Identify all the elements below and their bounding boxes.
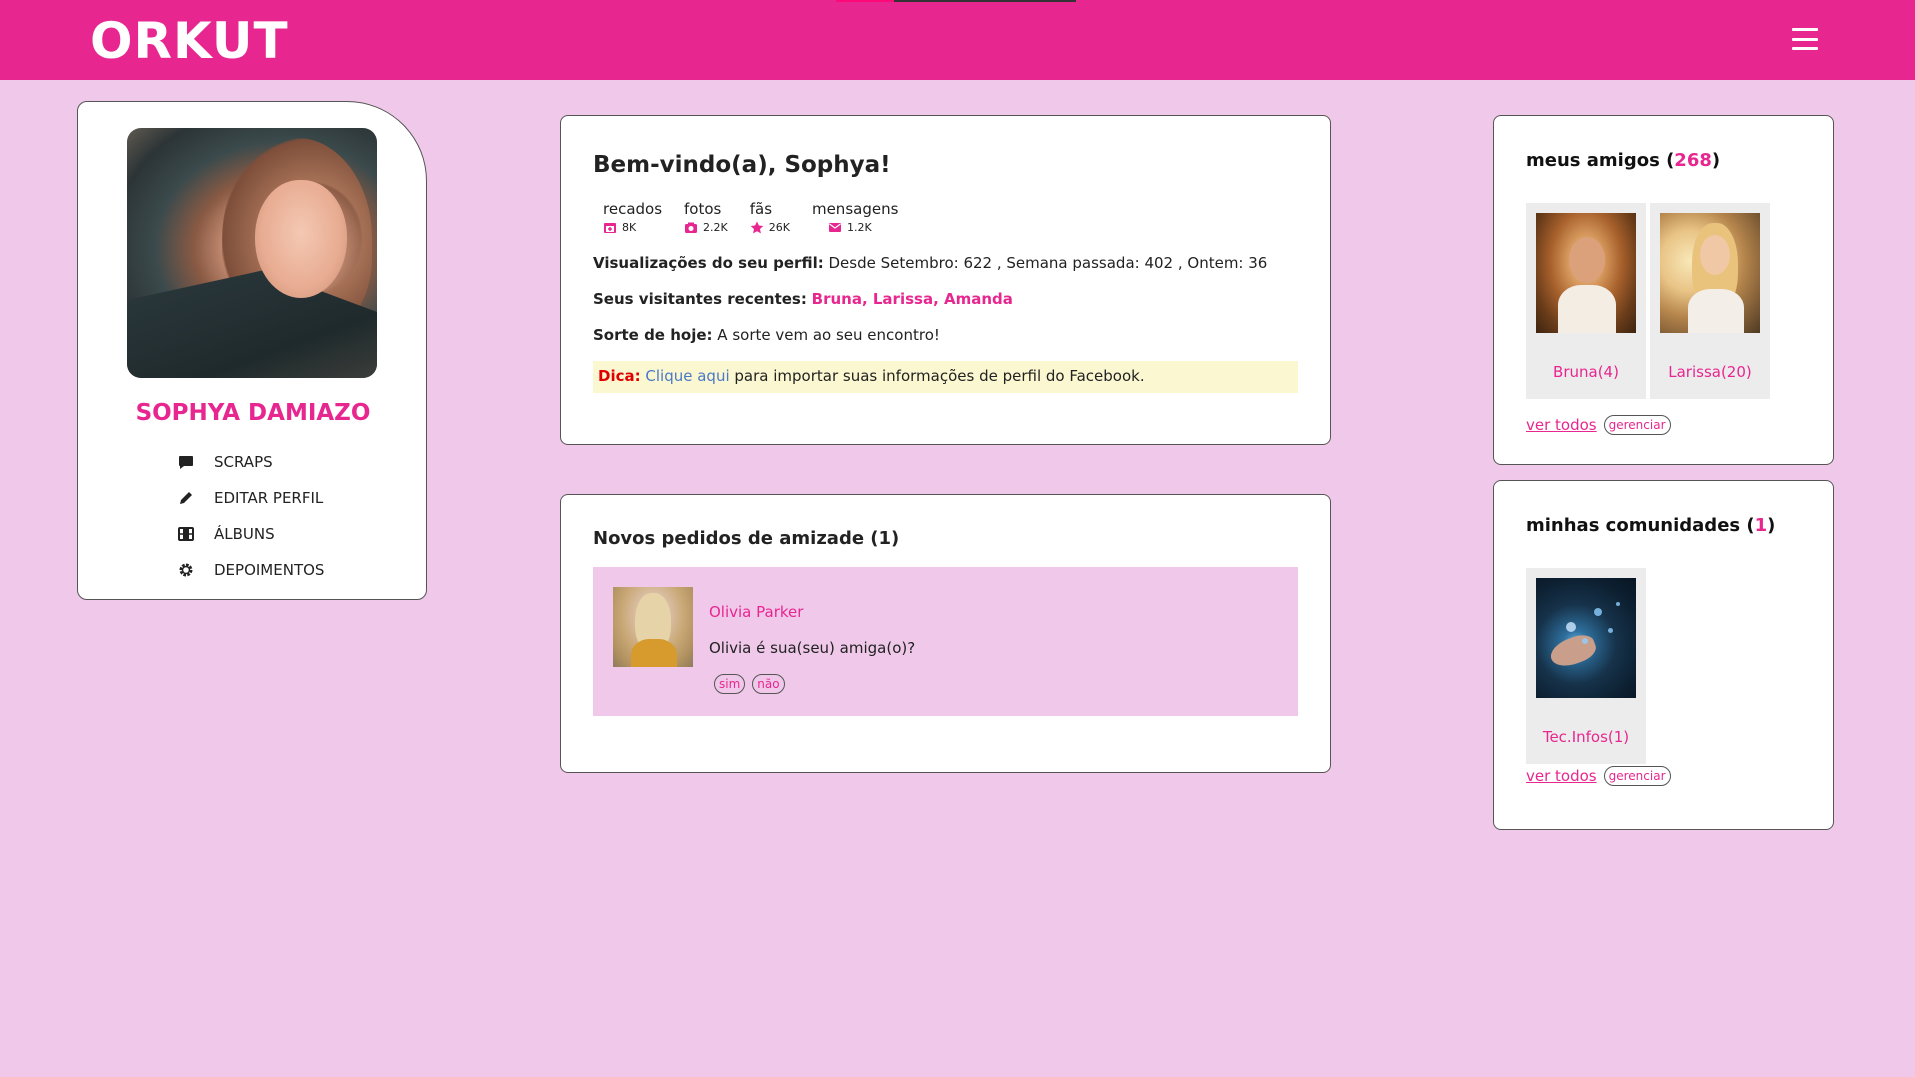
daily-luck-line: Sorte de hoje: A sorte vem ao seu encont… xyxy=(593,326,940,344)
stat-value: 8K xyxy=(622,221,637,234)
welcome-title: Bem-vindo(a), Sophya! xyxy=(593,152,891,178)
profile-menu-albums[interactable]: ÁLBUNS xyxy=(178,516,324,552)
community-photo xyxy=(1536,578,1636,698)
profile-menu: SCRAPS EDITAR PERFIL ÁLBUNS DEPOIMENTOS xyxy=(178,444,324,588)
requester-name-link[interactable]: Olivia Parker xyxy=(709,603,803,621)
profile-avatar[interactable] xyxy=(127,128,377,378)
profile-menu-label: SCRAPS xyxy=(214,453,273,471)
tip-text: para importar suas informações de perfil… xyxy=(734,367,1145,385)
manage-communities-button[interactable]: gerenciar xyxy=(1603,766,1671,786)
friend-tile[interactable]: Bruna(4) xyxy=(1526,203,1646,399)
my-communities-title-text: minhas comunidades xyxy=(1526,515,1741,536)
stat-value-row: 26K xyxy=(750,221,790,234)
recent-visitors-label: Seus visitantes recentes: xyxy=(593,290,807,308)
my-friends-card: meus amigos (268) Bruna(4) Larissa(20) v… xyxy=(1493,115,1834,465)
community-caption: Tec.Infos(1) xyxy=(1542,728,1630,746)
friend-requests-card: Novos pedidos de amizade (1) Olivia Park… xyxy=(560,494,1331,773)
stat-value-row: 8K xyxy=(603,221,636,234)
decline-request-button[interactable]: não xyxy=(752,674,785,694)
page-loading-bar xyxy=(836,0,1076,2)
profile-views-text: Desde Setembro: 622 , Semana passada: 40… xyxy=(828,254,1268,272)
star-icon xyxy=(750,221,764,234)
friend-caption: Larissa(20) xyxy=(1668,363,1752,381)
stat-value: 2.2K xyxy=(703,221,728,234)
orkut-logo[interactable]: ORKUT xyxy=(90,12,289,70)
my-communities-title: minhas comunidades (1) xyxy=(1526,515,1776,536)
friend-caption: Bruna(4) xyxy=(1553,363,1619,381)
friend-requests-title: Novos pedidos de amizade (1) xyxy=(593,528,900,549)
see-all-communities-link[interactable]: ver todos xyxy=(1526,767,1597,785)
my-friends-title: meus amigos (268) xyxy=(1526,150,1721,171)
manage-friends-button[interactable]: gerenciar xyxy=(1603,415,1671,435)
pencil-icon xyxy=(178,490,194,506)
top-navbar: ORKUT xyxy=(0,0,1915,80)
envelope-icon xyxy=(828,223,841,232)
profile-card: SOPHYA DAMIAZO SCRAPS EDITAR PERFIL ÁLBU… xyxy=(77,101,427,600)
import-facebook-link[interactable]: Clique aqui xyxy=(645,367,729,385)
profile-name[interactable]: SOPHYA DAMIAZO xyxy=(78,400,428,426)
profile-menu-label: DEPOIMENTOS xyxy=(214,561,325,579)
friend-request-item: Olivia Parker Olivia é sua(seu) amiga(o)… xyxy=(593,567,1298,716)
stat-value: 1.2K xyxy=(846,221,872,234)
friend-photo xyxy=(1660,213,1760,333)
profile-menu-edit-profile[interactable]: EDITAR PERFIL xyxy=(178,480,324,516)
visitor-link[interactable]: Larissa xyxy=(873,290,933,308)
see-all-friends-link[interactable]: ver todos xyxy=(1526,416,1597,434)
visitor-separator: , xyxy=(861,290,873,308)
tip-banner: Dica: Clique aqui para importar suas inf… xyxy=(593,361,1298,393)
visitor-separator: , xyxy=(933,290,944,308)
film-icon xyxy=(178,526,194,542)
stat-label: fotos xyxy=(684,200,722,218)
camera-icon xyxy=(685,222,698,233)
welcome-card: Bem-vindo(a), Sophya! recados 8K fotos 2… xyxy=(560,115,1331,445)
accept-request-button[interactable]: sim xyxy=(714,674,746,694)
my-communities-card: minhas comunidades (1) Tec.Infos(1) ver … xyxy=(1493,480,1834,830)
page-loading-bar-fill xyxy=(836,0,894,2)
requester-avatar[interactable] xyxy=(613,587,693,667)
daily-luck-text: A sorte vem ao seu encontro! xyxy=(717,326,940,344)
friend-tile[interactable]: Larissa(20) xyxy=(1650,203,1770,399)
community-tile[interactable]: Tec.Infos(1) xyxy=(1526,568,1646,764)
tip-label: Dica: xyxy=(598,367,641,385)
stat-fotos[interactable]: fotos 2.2K xyxy=(684,200,728,234)
my-friends-title-text: meus amigos xyxy=(1526,150,1660,171)
calendar-plus-icon xyxy=(604,223,616,233)
stat-value-row: 2.2K xyxy=(684,221,728,234)
profile-menu-label: ÁLBUNS xyxy=(214,525,275,543)
stat-label: recados xyxy=(603,200,663,218)
profile-views-line: Visualizações do seu perfil: Desde Setem… xyxy=(593,254,1267,272)
profile-menu-testimonials[interactable]: DEPOIMENTOS xyxy=(178,552,324,588)
stat-fas[interactable]: fãs 26K xyxy=(750,200,790,234)
communities-count: 1 xyxy=(1754,515,1768,536)
stat-value: 26K xyxy=(768,221,790,234)
profile-views-label: Visualizações do seu perfil: xyxy=(593,254,824,272)
comment-icon xyxy=(178,454,194,470)
friends-links: ver todos gerenciar xyxy=(1526,415,1678,435)
hamburger-menu-icon[interactable] xyxy=(1792,28,1818,50)
visitor-link[interactable]: Bruna xyxy=(812,290,862,308)
stat-mensagens[interactable]: mensagens 1.2K xyxy=(812,200,898,234)
profile-stats: recados 8K fotos 2.2K fãs 26K mensagens xyxy=(603,200,920,234)
friends-count: 268 xyxy=(1674,150,1712,171)
friend-request-actions: sim não xyxy=(714,674,792,694)
stat-label: fãs xyxy=(749,200,773,218)
daily-luck-label: Sorte de hoje: xyxy=(593,326,713,344)
recent-visitors-line: Seus visitantes recentes: Bruna, Larissa… xyxy=(593,290,1013,308)
profile-menu-scraps[interactable]: SCRAPS xyxy=(178,444,324,480)
stat-value-row: 1.2K xyxy=(828,221,872,234)
friend-photo xyxy=(1536,213,1636,333)
stat-recados[interactable]: recados 8K xyxy=(603,200,662,234)
communities-links: ver todos gerenciar xyxy=(1526,766,1678,786)
stat-label: mensagens xyxy=(811,200,899,218)
profile-menu-label: EDITAR PERFIL xyxy=(214,489,324,507)
visitor-link[interactable]: Amanda xyxy=(944,290,1013,308)
gear-icon xyxy=(178,562,194,578)
friend-request-question: Olivia é sua(seu) amiga(o)? xyxy=(709,639,916,657)
